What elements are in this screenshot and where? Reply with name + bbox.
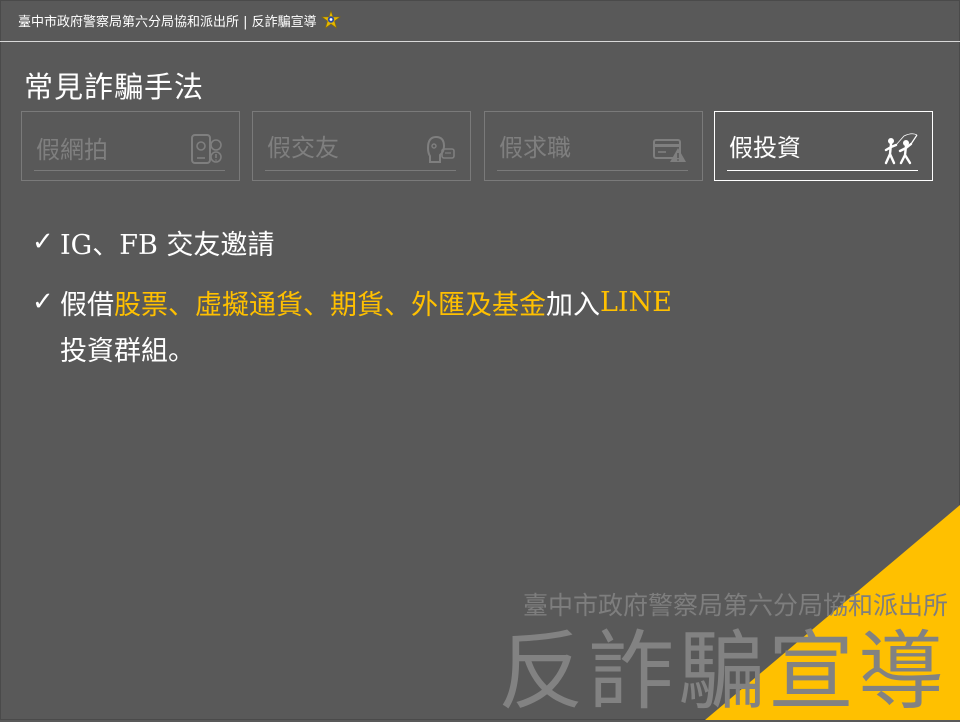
card-warning-icon [653,139,686,162]
people-fishing-icon [884,133,918,165]
bullet-highlight: 股票、虛擬通貨、期貨、外匯及基金 [114,289,546,321]
tab-label: 假投資 [729,134,801,162]
checkmark-icon: ✓ [32,227,54,257]
checkmark-icon: ✓ [32,287,54,317]
person-chat-icon [426,135,455,163]
content-area: ✓ IG、FB 交友邀請 ✓ 假借 股票、虛擬通貨、期貨、外匯及基金 加入 LINE … [32,220,912,374]
bullet-item: ✓ IG、FB 交友邀請 [32,220,912,264]
bullet-tail: LINE [600,286,672,318]
watermark: 臺中市政府警察局第六分局協和派出所 反詐騙宣導 [498,586,948,720]
bullet-prefix: 假借 [60,289,114,321]
tab-fake-job[interactable]: 假求職 [484,111,703,181]
tab-underline [34,170,225,171]
header: 臺中市政府警察局第六分局協和派出所 | 反詐騙宣導 [18,8,341,32]
tab-label: 假網拍 [36,136,108,164]
tab-underline [265,170,456,171]
tab-underline [727,170,918,171]
tab-label: 假交友 [267,134,339,162]
tab-fake-dating[interactable]: 假交友 [252,111,471,181]
page-title: 常見詐騙手法 [24,70,205,104]
watermark-subtitle: 臺中市政府警察局第六分局協和派出所 [522,591,948,620]
bullet-text: IG、FB 交友邀請 [60,229,275,261]
bullet-item: ✓ 假借 股票、虛擬通貨、期貨、外匯及基金 加入 LINE [32,280,912,324]
scam-type-tabs: 假網拍 假交友 假求職 假投資 [21,111,935,183]
tab-underline [497,170,688,171]
phone-shopping-icon [191,134,222,164]
header-title: 臺中市政府警察局第六分局協和派出所 | 反詐騙宣導 [18,14,317,30]
header-divider [0,41,960,42]
tab-fake-shopping[interactable]: 假網拍 [21,111,240,181]
bullet-continuation: 投資群組。 [60,336,195,367]
watermark-title: 反詐騙宣導 [498,622,948,722]
tab-label: 假求職 [499,134,571,162]
police-badge-icon [320,10,341,29]
tab-fake-investment[interactable]: 假投資 [714,111,933,181]
bullet-suffix: 加入 [546,289,600,321]
